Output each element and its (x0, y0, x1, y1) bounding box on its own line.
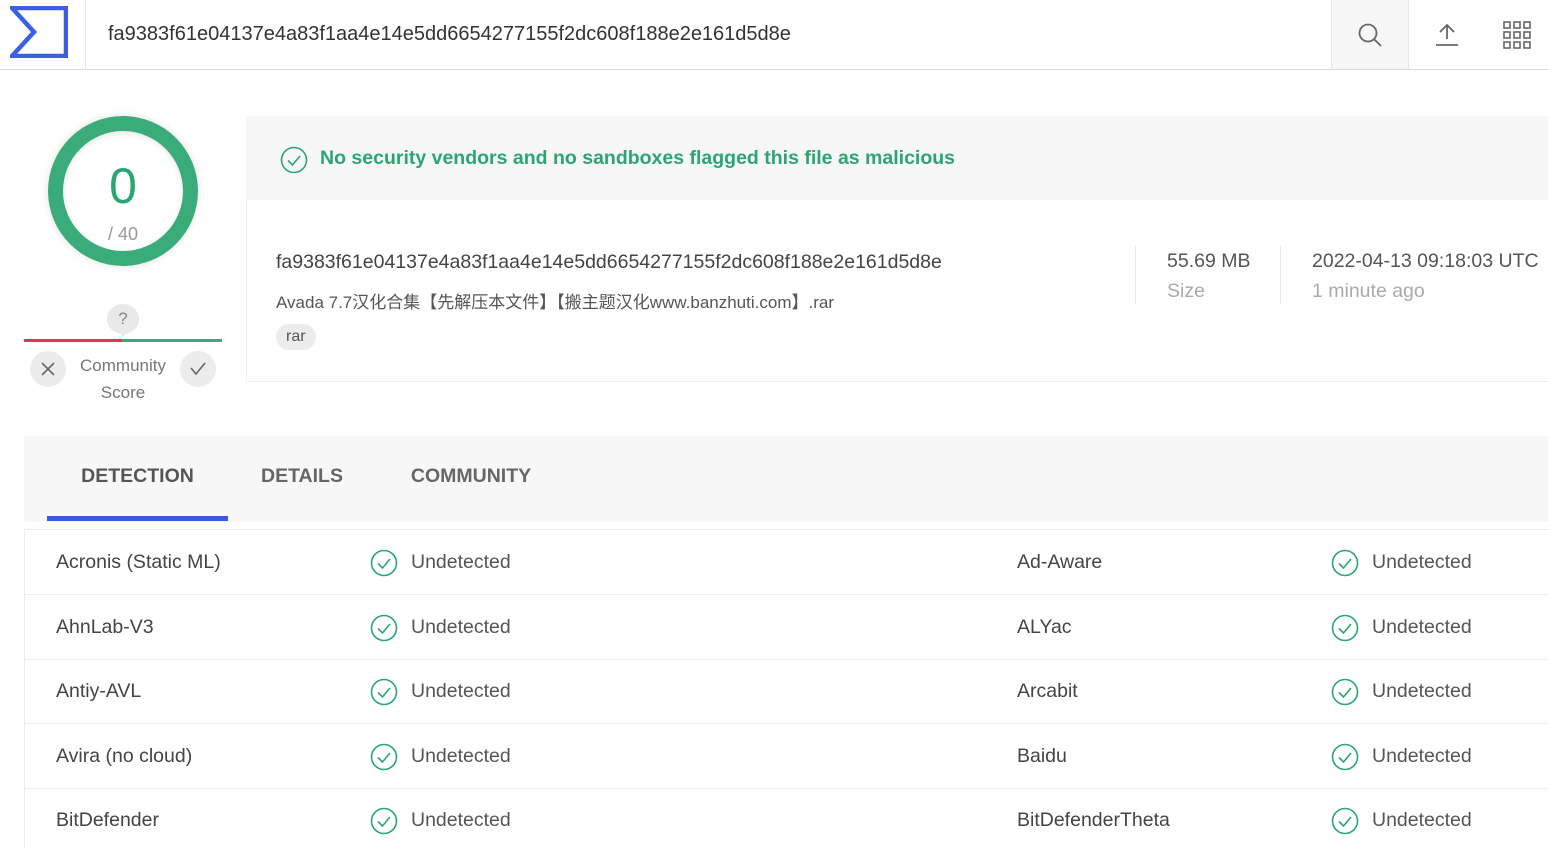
engine-result: Undetected (411, 680, 511, 702)
file-size-label: Size (1167, 280, 1205, 302)
engine-name: BitDefenderTheta (1017, 809, 1170, 831)
divider (1135, 246, 1136, 304)
verdict-message: No security vendors and no sandboxes fla… (320, 147, 955, 169)
tab-community[interactable]: COMMUNITY (376, 436, 566, 522)
engine-name: Ad-Aware (1017, 551, 1103, 573)
engine-name: AhnLab-V3 (56, 616, 154, 638)
virustotal-logo[interactable] (0, 0, 86, 69)
engine-name: Antiy-AVL (56, 680, 142, 702)
check-circle-icon (370, 549, 398, 577)
table-row: Acronis (Static ML) Undetected Ad-Aware … (25, 530, 1548, 595)
detection-table: Acronis (Static ML) Undetected Ad-Aware … (24, 529, 1548, 848)
analysis-date-relative: 1 minute ago (1312, 280, 1425, 302)
engine-name: Arcabit (1017, 680, 1078, 702)
engine-name: ALYac (1017, 616, 1072, 638)
file-type-tag[interactable]: rar (276, 324, 316, 350)
search-icon (1358, 23, 1382, 47)
vote-malicious-button[interactable] (30, 351, 66, 387)
table-row: Avira (no cloud) Undetected Baidu Undete… (25, 724, 1548, 789)
check-circle-icon (1331, 549, 1359, 577)
check-circle-icon (1331, 743, 1359, 771)
table-row: BitDefender Undetected BitDefenderTheta … (25, 788, 1548, 848)
check-circle-icon (280, 146, 308, 174)
engine-name: Avira (no cloud) (56, 745, 193, 767)
report-tabs: DETECTION DETAILS COMMUNITY (24, 436, 1548, 522)
detection-count: 0 (109, 158, 137, 214)
search-input[interactable] (86, 0, 1331, 69)
top-bar (0, 0, 1548, 70)
tab-details[interactable]: DETAILS (238, 436, 366, 522)
community-score-label: Community Score (66, 352, 180, 406)
engine-result: Undetected (1372, 616, 1472, 638)
community-positive-bar (122, 339, 222, 342)
file-name: Avada 7.7汉化合集【先解压本文件】【搬主题汉化www.banzhuti.… (276, 293, 834, 312)
file-info-card: fa9383f61e04137e4a83f1aa4e14e5dd66542771… (246, 200, 1548, 382)
engine-result: Undetected (1372, 551, 1472, 573)
upload-icon (1436, 23, 1458, 46)
apps-menu-button[interactable] (1485, 0, 1548, 69)
check-circle-icon (370, 807, 398, 835)
check-circle-icon (1331, 614, 1359, 642)
file-hash: fa9383f61e04137e4a83f1aa4e14e5dd66542771… (276, 251, 942, 273)
verdict-banner: No security vendors and no sandboxes fla… (246, 116, 1548, 200)
engine-name: Baidu (1017, 745, 1067, 767)
check-circle-icon (1331, 807, 1359, 835)
upload-button[interactable] (1409, 0, 1485, 69)
file-size-value: 55.69 MB (1167, 250, 1251, 272)
check-circle-icon (370, 614, 398, 642)
engine-result: Undetected (1372, 809, 1472, 831)
vote-harmless-button[interactable] (180, 351, 216, 387)
close-icon (41, 362, 55, 376)
community-score-bar (24, 339, 222, 342)
engine-name: Acronis (Static ML) (56, 551, 221, 573)
analysis-date-value: 2022-04-13 09:18:03 UTC (1312, 250, 1539, 272)
community-label-line1: Community (80, 356, 166, 375)
check-circle-icon (1331, 678, 1359, 706)
community-label-line2: Score (100, 383, 146, 402)
detection-score-inner: 0 / 40 (63, 131, 183, 251)
engine-result: Undetected (411, 616, 511, 638)
active-tab-indicator (47, 516, 228, 521)
divider (1280, 246, 1281, 304)
engine-name: BitDefender (56, 809, 159, 831)
engine-result: Undetected (1372, 745, 1472, 767)
engine-result: Undetected (411, 809, 511, 831)
apps-grid-icon (1502, 20, 1531, 49)
sigma-logo-icon (10, 6, 68, 58)
table-row: AhnLab-V3 Undetected ALYac Undetected (25, 595, 1548, 660)
table-row: Antiy-AVL Undetected Arcabit Undetected (25, 659, 1548, 724)
check-icon (190, 362, 206, 376)
tab-detection[interactable]: DETECTION (47, 436, 228, 522)
engine-result: Undetected (1372, 680, 1472, 702)
community-score-unknown-badge: ? (107, 304, 139, 337)
detection-score-ring: 0 / 40 (48, 116, 198, 266)
check-circle-icon (370, 743, 398, 771)
engine-result: Undetected (411, 551, 511, 573)
check-circle-icon (370, 678, 398, 706)
community-negative-bar (24, 339, 122, 342)
detection-total: / 40 (107, 224, 139, 244)
engine-result: Undetected (411, 745, 511, 767)
search-button[interactable] (1331, 0, 1409, 69)
